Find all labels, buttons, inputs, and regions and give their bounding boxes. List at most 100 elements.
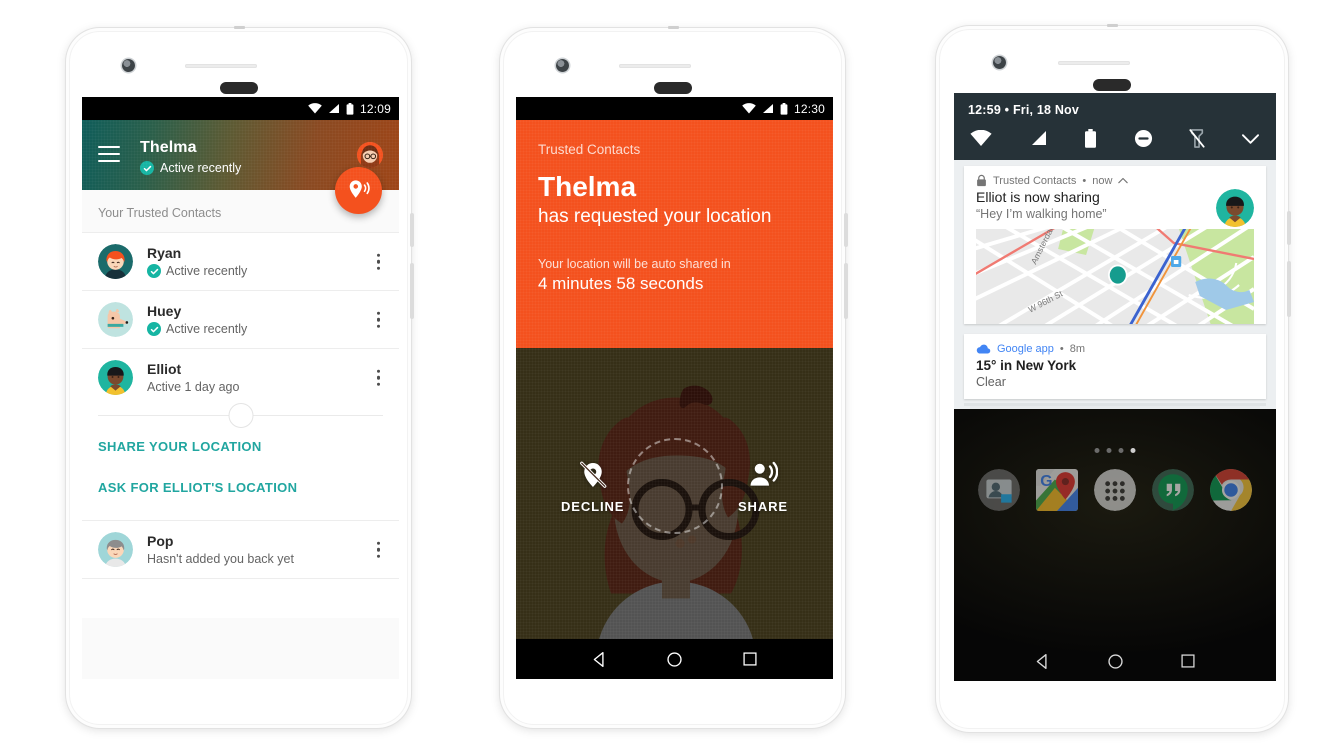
google-maps-icon[interactable]: G [1036, 469, 1078, 511]
contact-name: Ryan [147, 245, 182, 261]
verified-check-icon [147, 322, 161, 336]
phone2-power-button[interactable] [844, 213, 848, 247]
list-item[interactable]: Ryan Active recently [82, 232, 399, 290]
wifi-icon[interactable] [970, 130, 992, 147]
contacts-app-icon[interactable] [978, 469, 1020, 511]
phone1-user-name: Thelma [140, 139, 197, 156]
phone3-screen: 12:59 • Fri, 18 Nov Trusted Contacts • n… [954, 93, 1276, 681]
signal-icon[interactable] [1028, 130, 1048, 147]
list-item[interactable]: Huey Active recently [82, 290, 399, 348]
share-label: SHARE [737, 499, 788, 514]
recents-icon[interactable] [742, 651, 758, 667]
back-icon[interactable] [591, 651, 608, 668]
notification-header: Google app • 8m [964, 334, 1266, 355]
dock: G [954, 469, 1276, 511]
phone2-top-notch [667, 26, 679, 29]
collapse-knob[interactable] [228, 403, 253, 428]
elliot-avatar [98, 360, 133, 395]
front-camera-icon [556, 59, 569, 72]
contact-name: Huey [147, 303, 182, 319]
notification-content: Elliot is now sharing “Hey I’m walking h… [964, 187, 1266, 229]
chrome-icon[interactable] [1210, 469, 1252, 511]
contact-status: Hasn't added you back yet [147, 552, 294, 566]
list-tail [82, 578, 399, 618]
sensor-pill [1093, 79, 1131, 91]
phone1-volume-button[interactable] [410, 263, 414, 319]
flashlight-off-icon[interactable] [1189, 129, 1205, 148]
avatar[interactable] [357, 142, 383, 168]
phone1-app-header: Thelma Active recently [82, 120, 399, 214]
notification-header: Trusted Contacts • now [964, 166, 1266, 187]
contact-status-label: Active recently [166, 322, 248, 336]
decline-button[interactable]: DECLINE [561, 460, 624, 514]
google-cloud-icon [976, 344, 991, 353]
avatar [1216, 189, 1254, 227]
notification-title: Elliot is now sharing [976, 189, 1100, 205]
quick-settings-panel: 12:59 • Fri, 18 Nov [954, 93, 1276, 160]
overflow-menu-icon[interactable] [376, 311, 380, 328]
notification-content: 15° in New York Clear [964, 355, 1266, 399]
list-item[interactable]: Elliot Active 1 day ago [82, 348, 399, 406]
phone2-volume-button[interactable] [844, 263, 848, 319]
share-location-fab[interactable] [335, 167, 382, 214]
phone1-power-button[interactable] [410, 213, 414, 247]
notification-app-name: Google app [997, 343, 1054, 355]
phone-1: 12:09 Thelma Active recently Your Truste… [66, 26, 414, 731]
overflow-menu-icon[interactable] [376, 253, 380, 270]
share-your-location-button[interactable]: SHARE YOUR LOCATION [82, 426, 399, 467]
phone3-power-button[interactable] [1287, 211, 1291, 245]
page-dot [1106, 448, 1112, 453]
phone-3: 12:59 • Fri, 18 Nov Trusted Contacts • n… [936, 24, 1291, 735]
ryan-avatar [98, 244, 133, 279]
requester-photo: DECLINE SHARE [516, 348, 833, 639]
home-icon[interactable] [1107, 653, 1124, 670]
page-dot-active [1130, 448, 1136, 453]
contact-name: Pop [147, 533, 174, 549]
map-image: Amsterdam A W 96th St [976, 229, 1254, 324]
overflow-menu-icon[interactable] [376, 541, 380, 558]
share-button[interactable]: SHARE [738, 460, 788, 514]
phone1-status-bar: 12:09 [82, 97, 399, 120]
decline-label: DECLINE [561, 499, 625, 514]
home-screen: G [954, 409, 1276, 681]
battery-icon [346, 102, 354, 115]
elliot-avatar [1216, 189, 1254, 227]
wifi-icon [742, 103, 756, 114]
phone3-volume-button[interactable] [1287, 261, 1291, 317]
ask-for-location-button[interactable]: ASK FOR ELLIOT'S LOCATION [82, 467, 399, 508]
collapse-handle[interactable] [82, 403, 399, 428]
quick-settings-datetime: 12:59 • Fri, 18 Nov [968, 103, 1262, 117]
battery-icon [780, 102, 788, 115]
back-icon[interactable] [1034, 653, 1051, 670]
overflow-menu-icon[interactable] [376, 369, 380, 386]
home-icon[interactable] [666, 651, 683, 668]
battery-icon[interactable] [1084, 129, 1097, 148]
notification-trusted-contacts[interactable]: Trusted Contacts • now Elliot is now sha… [964, 166, 1266, 324]
contact-status: Active recently [147, 264, 247, 278]
all-apps-icon[interactable] [1094, 469, 1136, 511]
phone2-screen: 12:30 Trusted Contacts Thelma has reques… [516, 97, 833, 679]
phone1-screen: 12:09 Thelma Active recently Your Truste… [82, 97, 399, 679]
contact-status: Active recently [147, 322, 247, 336]
page-dot [1118, 448, 1124, 453]
do-not-disturb-icon[interactable] [1134, 129, 1153, 148]
hangouts-icon[interactable] [1152, 469, 1194, 511]
notification-google-app[interactable]: Google app • 8m 15° in New York Clear [964, 334, 1266, 399]
requester-name: Thelma [538, 171, 637, 202]
signal-icon [328, 104, 339, 113]
hamburger-menu-icon[interactable] [98, 146, 120, 162]
recents-icon[interactable] [1180, 653, 1196, 669]
list-item[interactable]: Pop Hasn't added you back yet [82, 520, 399, 578]
expanded-actions: SHARE YOUR LOCATION ASK FOR ELLIOT'S LOC… [82, 403, 399, 520]
notification-map[interactable]: Amsterdam A W 96th St [976, 229, 1254, 324]
chevron-up-icon[interactable] [1118, 177, 1129, 184]
wifi-icon [308, 103, 322, 114]
earpiece-grille [619, 64, 691, 68]
list-bottom-fill [82, 618, 399, 679]
chevron-down-icon[interactable] [1241, 133, 1260, 145]
share-location-person-icon [750, 461, 778, 486]
phone1-clock: 12:09 [359, 101, 391, 116]
app-name-label: Trusted Contacts [538, 142, 641, 157]
phone3-body: 12:59 • Fri, 18 Nov Trusted Contacts • n… [939, 29, 1285, 729]
contact-status-label: Hasn't added you back yet [147, 552, 294, 566]
